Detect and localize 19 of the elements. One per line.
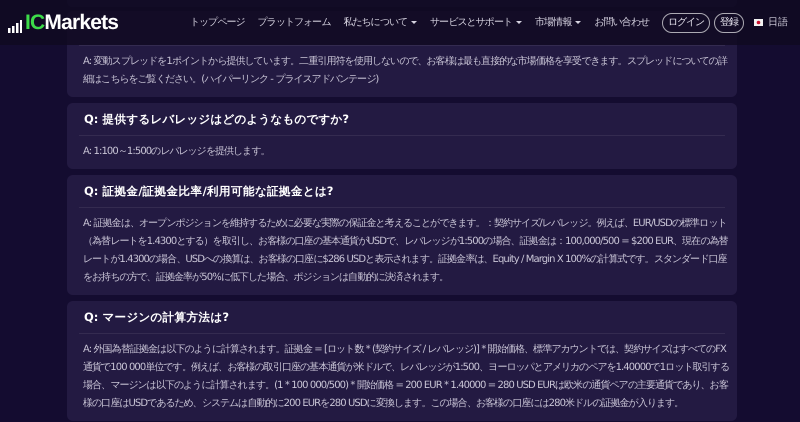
- flag-icon: [754, 19, 764, 26]
- question-text: Q: マージンの計算方法は?: [83, 309, 230, 326]
- nav-link[interactable]: サービスとサポート: [430, 15, 522, 30]
- logo[interactable]: ICMarkets: [0, 12, 190, 33]
- nav-link[interactable]: トップページ: [190, 15, 245, 30]
- answer-text: A: 変動スプレッドを1ポイントから提供しています。二重引用符を使用しないので、お客様は最も直接的な市場価格を享受できます。スプレッドについての詳細はこちらをご覧ください。(ハイパーリンク - プライスアドバンテージ): [82, 54, 728, 87]
- question-text: Q: 証拠金/証拠金比率/利用可能な証拠金とは?: [83, 183, 334, 200]
- register-button[interactable]: 登録: [714, 12, 744, 32]
- answer-text: A: 1:100～1:500のレバレッジを提供します。: [82, 145, 271, 159]
- answer-text: A: 外国為替証拠金は以下のように計算されます。証拠金 = [ロット数 * (契約サイズ / レバレッジ)] * 開始価格、標準アカウントでは、契約サイズはすべてのFX通貨で100 000単位です。例えば、お客様の取引口座の基本通貨が米ドルで、レバレッジが1:500、ヨーロッパとアメリカのペアを1.40000で1ロット取引する場合、マージンは以下のように計算されます。(1 * 100 000/500) * 開始価格 = 200 EUR * 1.40000 = 280 USD EURは欧米の通貨ペアの主要通貨であり、お客様の口座はUSDであるため、システムは自動的に200 EURを280 USDに変換します。この場合、お客様の口座には280米ドルの証拠金が入ります。: [82, 342, 730, 411]
- nav-link[interactable]: プラットフォーム: [258, 15, 330, 30]
- nav-link[interactable]: 市場情報: [535, 15, 582, 30]
- bars-icon: [8, 20, 22, 33]
- nav-link[interactable]: お問い合わせ: [594, 15, 650, 30]
- language-selector[interactable]: 日語: [768, 15, 788, 30]
- answer-text: A: 証拠金は、オープンポジションを維持するために必要な実際の保証金と考えることができます。：契約サイズ/レバレッジ。例えば、EUR/USDの標準ロット（為替レートを1.4300とする）を取引し、お客様の口座の基本通貨がUSDで、レバレッジが1:500の場合、証拠金は：100,000/500 = $200 EUR、現在の為替レートが1.4300の場合、USDへの換算は、お客様の口座に$286 USDと表示されます。証拠金率は、Equity / Margin X 100%の計算式です。スタンダード口座をお持ちの方で、証拠金率が50%に低下した場合、ポジションは自動的に決済されます。: [82, 216, 729, 285]
- nav-link[interactable]: 私たちについて: [343, 15, 418, 30]
- login-button[interactable]: ログイン: [662, 12, 710, 32]
- question-text: Q: 提供するレバレッジはどのようなものですか?: [83, 111, 350, 128]
